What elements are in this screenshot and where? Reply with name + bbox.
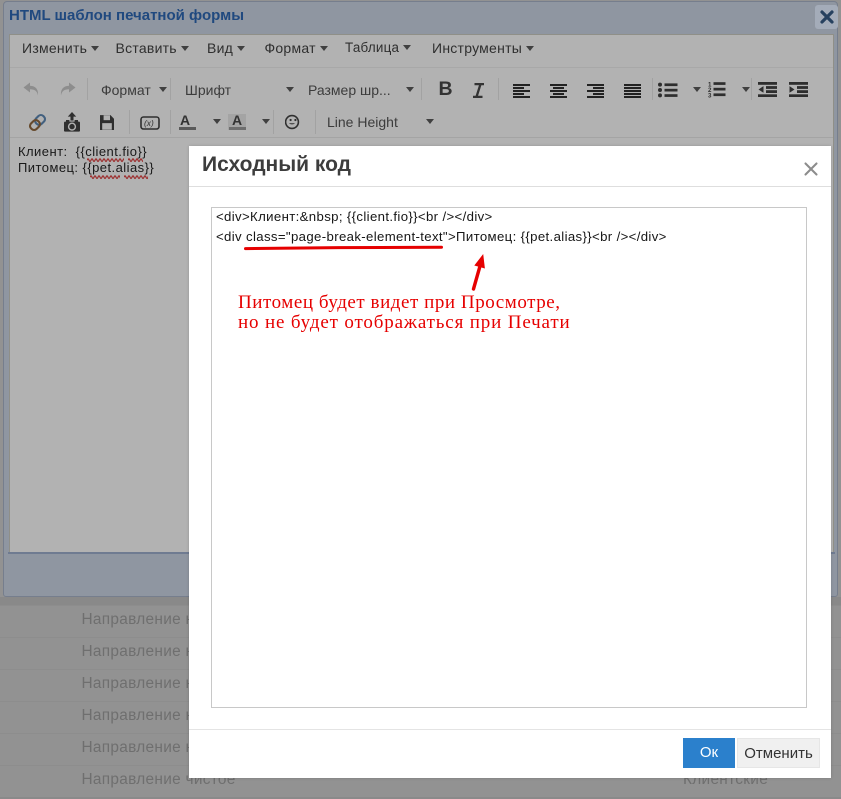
svg-text:(x): (x) bbox=[144, 118, 154, 128]
svg-text:3: 3 bbox=[708, 93, 712, 99]
